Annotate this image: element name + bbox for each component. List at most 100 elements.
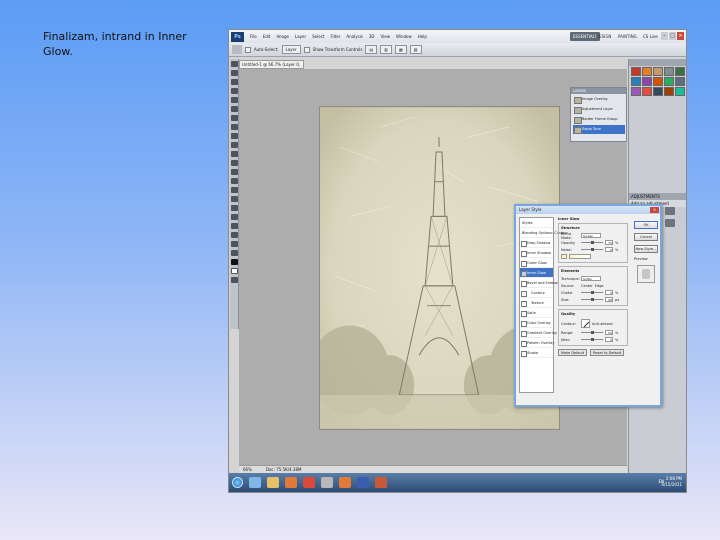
cs-live-button[interactable]: CS Live bbox=[643, 32, 658, 41]
preview-checkbox[interactable]: Preview bbox=[634, 257, 658, 261]
opacity-value[interactable]: 75 bbox=[605, 240, 613, 245]
new-style-button[interactable]: New Style... bbox=[634, 245, 658, 253]
layer-row[interactable]: Adjustment Layer bbox=[573, 105, 625, 114]
menu-file[interactable]: File bbox=[247, 34, 260, 39]
jitter-slider[interactable] bbox=[581, 338, 603, 341]
style-item[interactable]: Stroke bbox=[520, 348, 553, 358]
menu-analysis[interactable]: Analysis bbox=[343, 34, 365, 39]
technique-select[interactable]: Softer bbox=[581, 276, 601, 281]
swatch[interactable] bbox=[642, 67, 652, 76]
auto-select-checkbox[interactable] bbox=[245, 46, 251, 53]
dodge-tool[interactable] bbox=[231, 178, 238, 184]
ie-icon[interactable] bbox=[249, 477, 261, 488]
style-item[interactable]: Blending Options: Custom bbox=[520, 228, 568, 238]
path-select-tool[interactable] bbox=[231, 205, 238, 211]
style-item[interactable]: Color Overlay bbox=[520, 318, 553, 328]
swatch[interactable] bbox=[631, 67, 641, 76]
system-clock[interactable]: 2:08 PM 6/15/2011 bbox=[661, 476, 682, 488]
firefox-icon[interactable] bbox=[339, 477, 351, 488]
quick-select-tool[interactable] bbox=[231, 88, 238, 94]
app-icon[interactable] bbox=[303, 477, 315, 488]
range-slider[interactable] bbox=[581, 331, 603, 334]
menu-image[interactable]: Image bbox=[273, 34, 292, 39]
style-item[interactable]: Styles bbox=[520, 218, 553, 228]
cancel-button[interactable]: Cancel bbox=[634, 233, 658, 241]
layer-row[interactable]: Border Frame Group bbox=[573, 115, 625, 124]
noise-value[interactable]: 0 bbox=[605, 247, 613, 252]
swatch[interactable] bbox=[675, 67, 685, 76]
maximize-icon[interactable]: □ bbox=[669, 32, 676, 40]
swatch[interactable] bbox=[653, 67, 663, 76]
clone-stamp-tool[interactable] bbox=[231, 133, 238, 139]
swatch[interactable] bbox=[653, 87, 663, 96]
pen-tool[interactable] bbox=[231, 187, 238, 193]
start-button-icon[interactable] bbox=[232, 477, 243, 488]
minimize-icon[interactable]: – bbox=[661, 32, 668, 40]
noise-slider[interactable] bbox=[581, 248, 603, 251]
photoshop-taskbar-icon[interactable] bbox=[357, 477, 369, 488]
style-item[interactable]: Bevel and Emboss bbox=[520, 278, 559, 288]
move-tool[interactable] bbox=[231, 61, 238, 67]
glow-color-swatch[interactable] bbox=[561, 254, 567, 259]
style-item[interactable]: Inner Shadow bbox=[520, 248, 553, 258]
choke-value[interactable]: 0 bbox=[605, 290, 613, 295]
foreground-color-swatch[interactable] bbox=[231, 259, 238, 265]
swatch[interactable] bbox=[664, 77, 674, 86]
range-value[interactable]: 50 bbox=[605, 330, 613, 335]
align-top-icon[interactable]: ▤ bbox=[365, 45, 378, 54]
app-icon[interactable] bbox=[321, 477, 333, 488]
crop-tool[interactable] bbox=[231, 97, 238, 103]
shape-tool[interactable] bbox=[231, 214, 238, 220]
menu-view[interactable]: View bbox=[378, 34, 394, 39]
anti-aliased-checkbox[interactable]: Anti-aliased bbox=[592, 322, 613, 326]
style-item[interactable]: Drop Shadow bbox=[520, 238, 553, 248]
size-value[interactable]: 46 bbox=[605, 297, 613, 302]
style-item[interactable]: Texture bbox=[520, 298, 553, 308]
distribute-icon[interactable]: ▦ bbox=[395, 45, 407, 54]
media-player-icon[interactable] bbox=[285, 477, 297, 488]
move-tool-icon[interactable] bbox=[232, 45, 242, 54]
style-item[interactable]: Satin bbox=[520, 308, 553, 318]
menu-window[interactable]: Window bbox=[393, 34, 415, 39]
curves-icon[interactable] bbox=[665, 207, 675, 215]
swatch[interactable] bbox=[631, 77, 641, 86]
menu-3d[interactable]: 3D bbox=[366, 34, 378, 39]
swatch[interactable] bbox=[675, 87, 685, 96]
marquee-tool[interactable] bbox=[231, 70, 238, 76]
swatch[interactable] bbox=[642, 77, 652, 86]
reset-default-button[interactable]: Reset to Default bbox=[590, 349, 625, 356]
menu-layer[interactable]: Layer bbox=[292, 34, 309, 39]
auto-align-icon[interactable]: ▧ bbox=[409, 45, 422, 54]
jitter-value[interactable]: 0 bbox=[605, 337, 613, 342]
explorer-icon[interactable] bbox=[267, 477, 279, 488]
show-transform-checkbox[interactable] bbox=[303, 46, 310, 53]
hand-tool[interactable] bbox=[231, 241, 238, 247]
make-default-button[interactable]: Make Default bbox=[558, 349, 588, 356]
style-item[interactable]: Gradient Overlay bbox=[520, 328, 557, 338]
type-tool[interactable] bbox=[231, 196, 238, 202]
dialog-close-icon[interactable]: × bbox=[650, 207, 659, 213]
quick-mask-icon[interactable] bbox=[231, 277, 238, 283]
menu-edit[interactable]: Edit bbox=[260, 34, 274, 39]
size-slider[interactable] bbox=[581, 298, 603, 301]
contour-picker[interactable] bbox=[581, 319, 590, 328]
background-color-swatch[interactable] bbox=[231, 268, 238, 274]
eyedropper-tool[interactable] bbox=[231, 106, 238, 112]
style-item[interactable]: Pattern Overlay bbox=[520, 338, 554, 348]
history-brush-tool[interactable] bbox=[231, 142, 238, 148]
choke-slider[interactable] bbox=[581, 291, 603, 294]
align-center-icon[interactable]: ▥ bbox=[380, 45, 392, 54]
swatch[interactable] bbox=[642, 87, 652, 96]
workspace-design[interactable]: DESIGN bbox=[593, 32, 614, 41]
style-item-selected[interactable]: Inner Glow bbox=[520, 268, 553, 278]
close-icon[interactable]: × bbox=[677, 32, 684, 40]
swatch[interactable] bbox=[653, 77, 663, 86]
hue-saturation-icon[interactable] bbox=[665, 219, 675, 227]
source-edge-radio[interactable]: Edge bbox=[595, 284, 604, 288]
swatch[interactable] bbox=[675, 77, 685, 86]
blur-tool[interactable] bbox=[231, 169, 238, 175]
document-tab[interactable]: Untitled-1 @ 66.7% (Layer 0, RGB/8) bbox=[239, 60, 304, 75]
opacity-slider[interactable] bbox=[581, 241, 603, 244]
menu-filter[interactable]: Filter bbox=[327, 34, 343, 39]
brush-tool[interactable] bbox=[231, 124, 238, 130]
